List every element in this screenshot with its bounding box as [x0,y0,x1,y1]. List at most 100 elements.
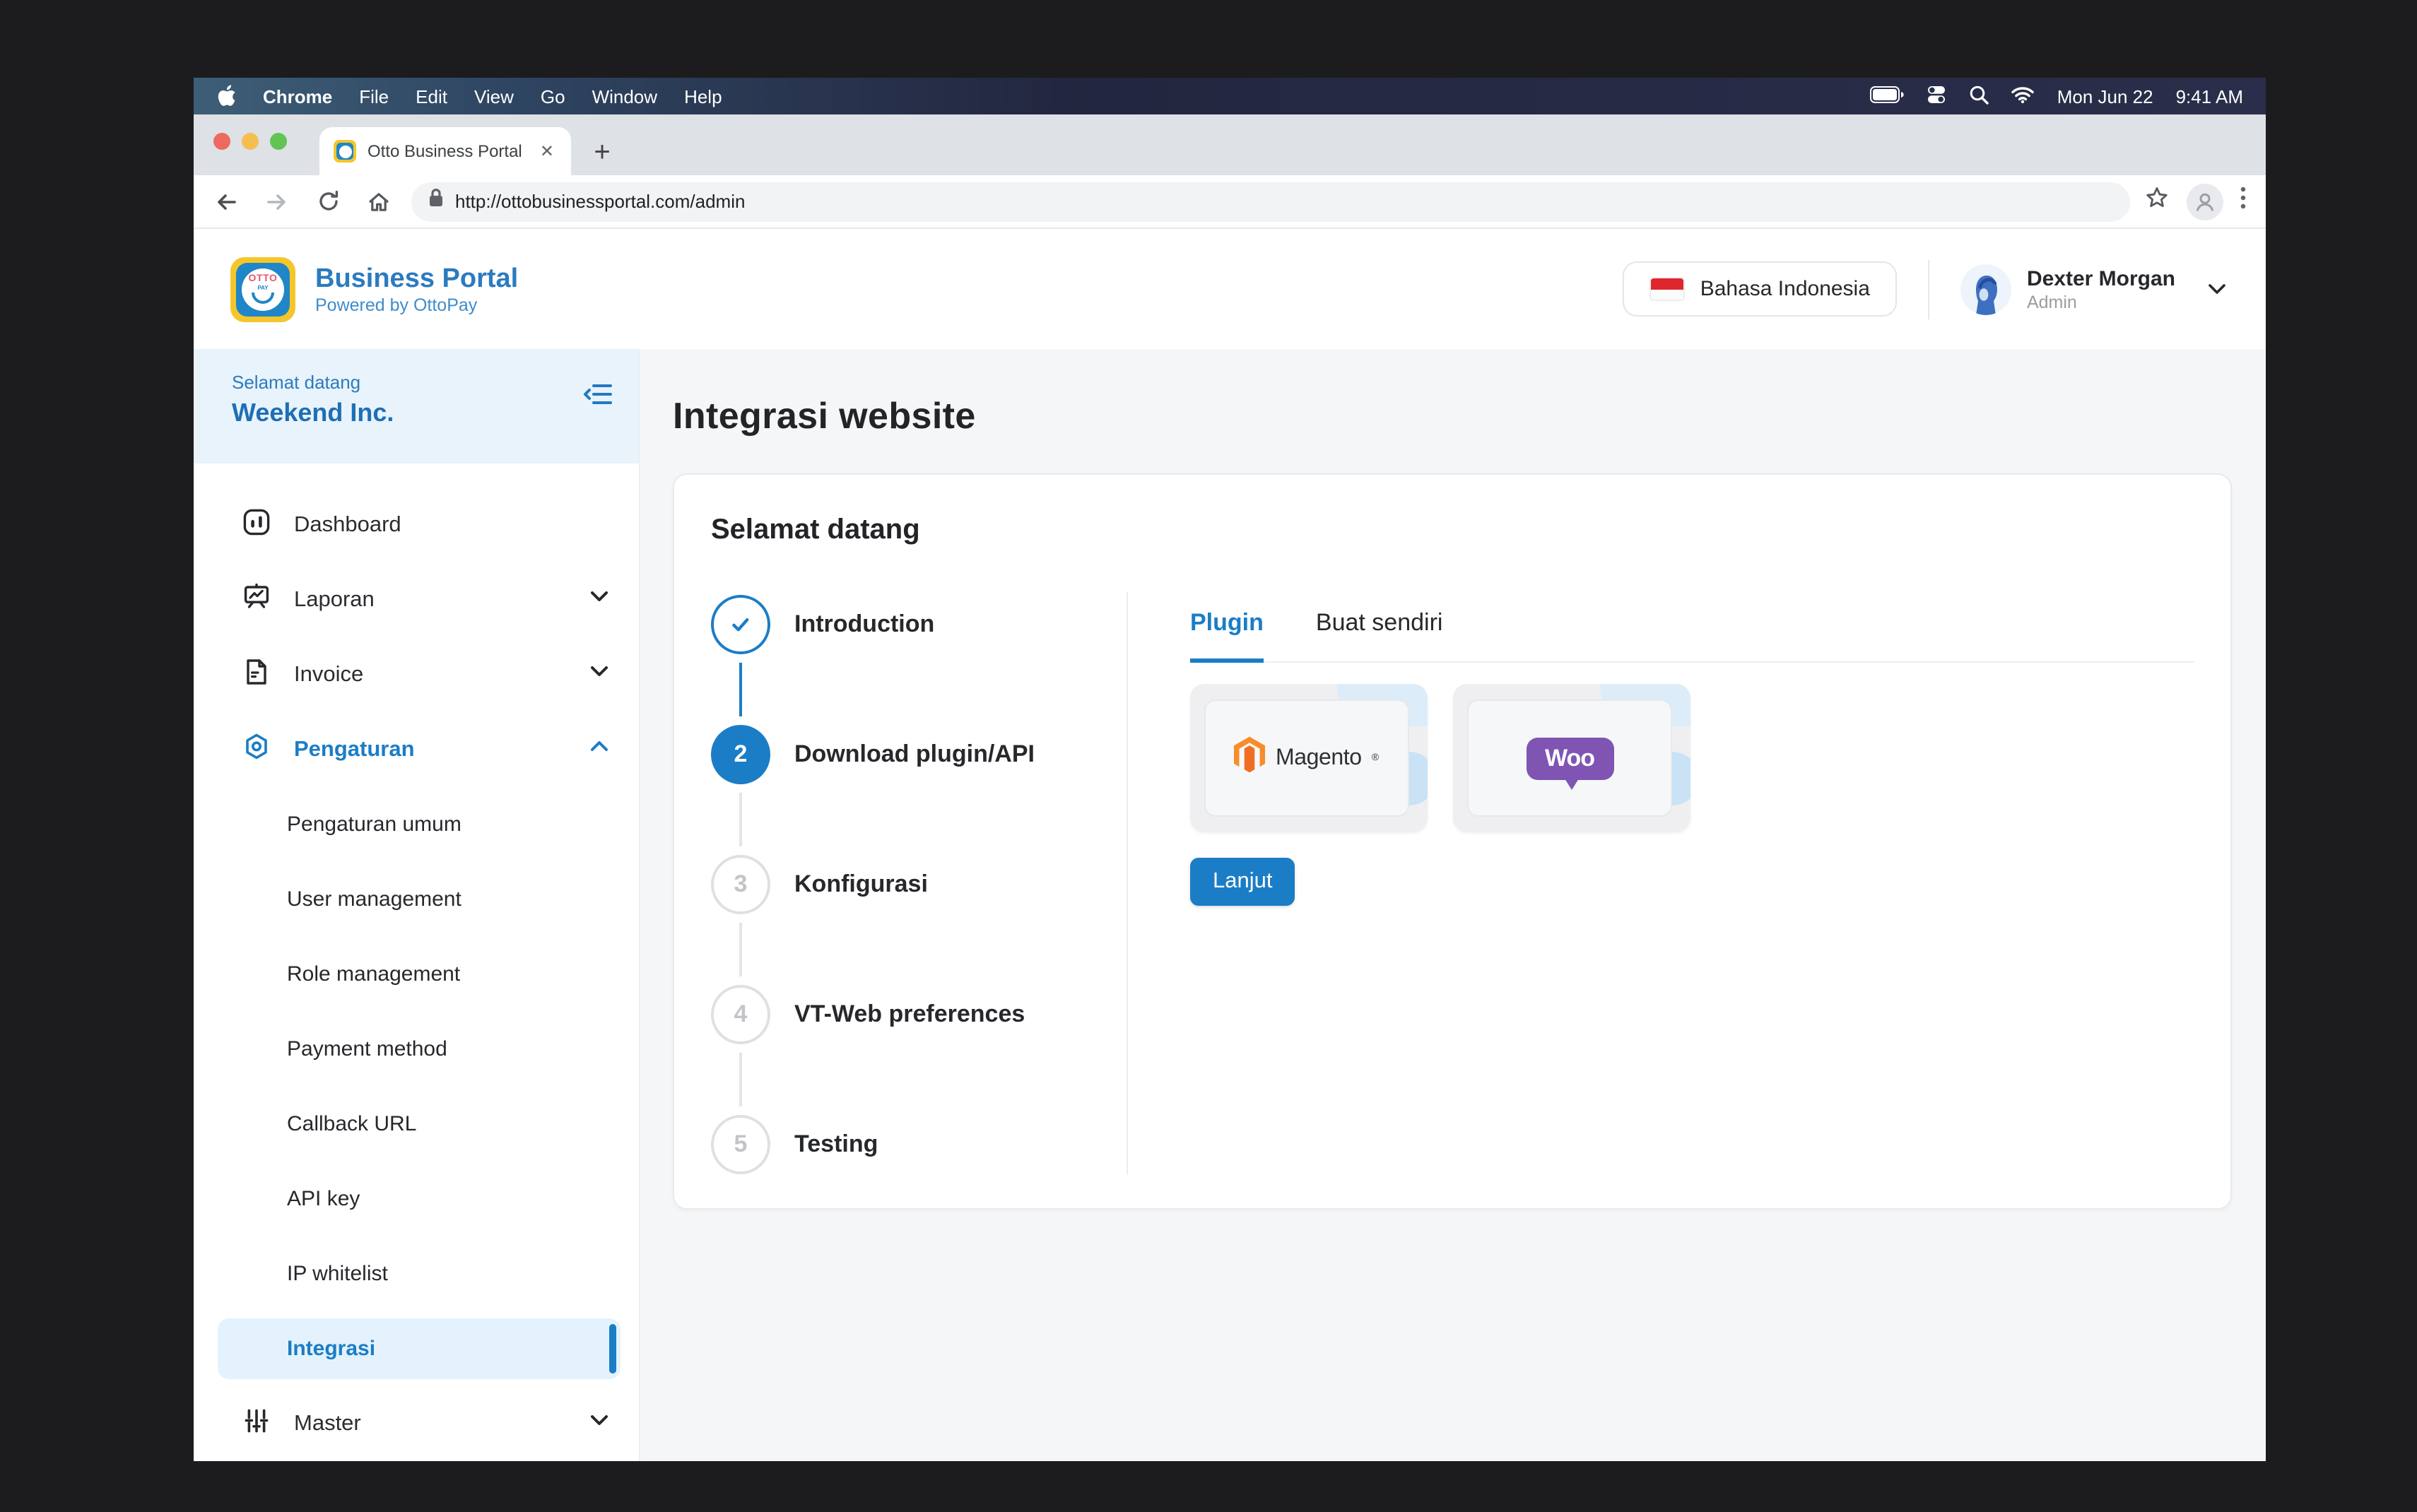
user-role: Admin [2027,292,2175,312]
macos-menubar: Chrome File Edit View Go Window Help [194,78,2266,114]
woo-logo-text: Woo [1545,744,1594,772]
sidebar-item-invoice[interactable]: Invoice [194,637,639,712]
settings-icon [242,731,271,768]
new-tab-button[interactable]: + [582,133,622,172]
sidebar-subitem-api-key[interactable]: API key [194,1162,639,1236]
sidebar-item-master[interactable]: Master [194,1386,639,1461]
sidebar-item-pengaturan[interactable]: Pengaturan [194,712,639,787]
active-item-indicator [609,1324,616,1374]
chevron-down-icon[interactable] [588,660,611,690]
spotlight-search-icon[interactable] [1970,84,1989,108]
step-label: Download plugin/API [794,740,1035,769]
language-selector-button[interactable]: Bahasa Indonesia [1623,261,1897,317]
menubar-item-help[interactable]: Help [684,85,722,107]
close-window-button[interactable] [213,133,230,150]
chevron-down-icon[interactable] [588,585,611,615]
step-number: 2 [711,725,770,784]
apple-icon[interactable] [216,85,236,107]
browser-tab[interactable]: Otto Business Portal ✕ [319,127,571,175]
tab-buat-sendiri[interactable]: Buat sendiri [1316,609,1443,661]
bookmark-star-icon[interactable] [2144,185,2170,218]
tab-plugin[interactable]: Plugin [1190,609,1264,663]
control-center-icon[interactable] [1927,84,1947,108]
lock-icon[interactable] [428,188,444,215]
step-konfigurasi[interactable]: 3 Konfigurasi [711,855,1087,914]
battery-icon[interactable] [1871,85,1905,107]
sidebar-item-laporan[interactable]: Laporan [194,562,639,637]
chevron-up-icon[interactable] [588,735,611,764]
integration-card: Selamat datang Introduction [673,473,2232,1210]
step-vt-web-preferences[interactable]: 4 VT-Web preferences [711,985,1087,1044]
step-connector [739,793,742,846]
browser-profile-icon[interactable] [2187,183,2223,220]
plugin-card-magento[interactable]: Magento® [1190,684,1428,832]
ottopay-favicon [334,140,356,163]
user-menu[interactable]: Dexter Morgan Admin [1960,264,2229,314]
sidebar-item-label: Laporan [294,587,565,613]
step-connector [739,923,742,976]
sidebar-subitem-callback-url[interactable]: Callback URL [194,1087,639,1162]
menubar-item-window[interactable]: Window [592,85,658,107]
menubar-item-view[interactable]: View [474,85,514,107]
page-title: Integrasi website [673,394,2232,438]
url-text: http://ottobusinessportal.com/admin [455,191,745,212]
menubar-item-go[interactable]: Go [541,85,565,107]
sidebar-item-label: Invoice [294,662,565,687]
browser-window: Chrome File Edit View Go Window Help [194,78,2266,1461]
step-testing[interactable]: 5 Testing [711,1115,1087,1174]
sidebar-subitem-user-management[interactable]: User management [194,862,639,937]
forward-icon[interactable] [259,183,295,220]
sidebar-subitem-integrasi[interactable]: Integrasi [194,1311,639,1386]
menubar-item-chrome[interactable]: Chrome [263,85,332,107]
address-bar[interactable]: http://ottobusinessportal.com/admin [411,182,2130,221]
continue-button[interactable]: Lanjut [1190,858,1295,906]
plugin-card-woocommerce[interactable]: Woo [1453,684,1690,832]
tab-close-icon[interactable]: ✕ [537,141,557,161]
back-icon[interactable] [208,183,245,220]
sidebar-collapse-icon[interactable] [582,380,613,415]
indonesia-flag-icon [1649,277,1685,301]
reload-icon[interactable] [310,183,346,220]
browser-toolbar: http://ottobusinessportal.com/admin [194,175,2266,229]
sidebar-subitem-payment-method[interactable]: Payment method [194,1012,639,1087]
menubar-item-file[interactable]: File [359,85,389,107]
minimize-window-button[interactable] [242,133,259,150]
step-label: VT-Web preferences [794,1000,1025,1029]
plugin-tabs: Plugin Buat sendiri [1190,609,2194,663]
sidebar-subitem-role-management[interactable]: Role management [194,937,639,1012]
chevron-down-icon[interactable] [2205,277,2229,301]
step-connector [739,663,742,716]
step-download-plugin-api[interactable]: 2 Download plugin/API [711,725,1087,784]
wizard-stepper: Introduction 2 Download plugin/API 3 Kon… [711,592,1087,1174]
tab-title: Otto Business Portal [367,141,526,161]
desktop: Chrome File Edit View Go Window Help [0,0,2417,1512]
sidebar-subitem-ip-whitelist[interactable]: IP whitelist [194,1236,639,1311]
language-label: Bahasa Indonesia [1700,277,1870,301]
menubar-clock[interactable]: 9:41 AM [2176,85,2243,107]
woo-logo-tail [1564,778,1578,789]
kebab-menu-icon[interactable] [2240,187,2246,216]
menubar-date[interactable]: Mon Jun 22 [2057,85,2153,107]
step-label: Introduction [794,610,934,639]
sidebar-item-dashboard[interactable]: Dashboard [194,488,639,562]
sidebar-subitem-pengaturan-umum[interactable]: Pengaturan umum [194,787,639,862]
wifi-icon[interactable] [2012,85,2035,107]
logo-text-bottom: PAY [257,284,268,291]
magento-logo [1235,736,1266,780]
home-icon[interactable] [360,183,397,220]
menubar-item-edit[interactable]: Edit [416,85,447,107]
magento-registered-mark: ® [1372,753,1379,763]
app-header: OTTO PAY Business Portal Powered by Otto… [194,229,2266,349]
report-icon [242,581,271,618]
sidebar-nav: Dashboard Laporan [194,463,639,1461]
chevron-down-icon[interactable] [588,1409,611,1439]
brand: OTTO PAY Business Portal Powered by Otto… [230,256,518,321]
subitem-label: Callback URL [287,1112,416,1136]
sidebar-item-label: Dashboard [294,512,611,538]
dashboard-icon [242,507,271,543]
zoom-window-button[interactable] [270,133,287,150]
logo-text-top: OTTO [248,274,277,284]
invoice-icon [242,656,271,693]
step-introduction[interactable]: Introduction [711,595,1087,654]
welcome-greeting: Selamat datang [232,372,611,393]
